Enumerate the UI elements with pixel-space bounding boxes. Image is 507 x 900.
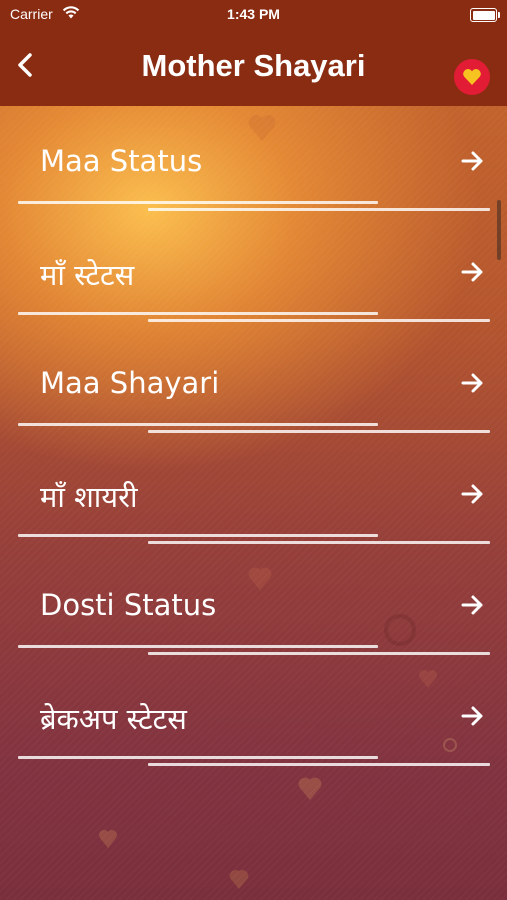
divider-line — [148, 430, 490, 433]
menu-item-breakup-status[interactable]: ब्रेकअप स्टेटस — [0, 661, 507, 772]
favorites-button[interactable] — [454, 59, 490, 95]
divider-line — [148, 208, 490, 211]
arrow-right-icon — [461, 484, 483, 504]
menu-item-label: माँ शायरी — [40, 480, 138, 514]
menu-item-label: माँ स्टेटस — [40, 258, 135, 292]
menu-item-maa-shayari-hindi[interactable]: माँ शायरी — [0, 439, 507, 550]
divider-line — [148, 652, 490, 655]
arrow-right-icon — [461, 262, 483, 282]
navigation-bar: Mother Shayari — [0, 30, 507, 106]
menu-item-label: Maa Status — [40, 144, 203, 178]
divider-line — [18, 423, 378, 426]
menu-item-label: Maa Shayari — [40, 366, 220, 400]
heart-icon — [463, 69, 481, 85]
divider-line — [148, 319, 490, 322]
menu-item-label: ब्रेकअप स्टेटस — [40, 702, 187, 736]
arrow-right-icon — [461, 151, 483, 171]
status-time: 1:43 PM — [227, 6, 280, 22]
divider-line — [148, 541, 490, 544]
divider-line — [18, 534, 378, 537]
page-title: Mother Shayari — [141, 48, 366, 83]
arrow-right-icon — [461, 373, 483, 393]
menu-item-label: Dosti Status — [40, 588, 217, 622]
arrow-right-icon — [461, 595, 483, 615]
status-bar: Carrier 1:43 PM — [0, 0, 507, 30]
divider-line — [148, 763, 490, 766]
scrollbar[interactable] — [497, 200, 501, 260]
menu-item-dosti-status[interactable]: Dosti Status — [0, 550, 507, 661]
menu-item-maa-status[interactable]: Maa Status — [0, 106, 507, 217]
divider-line — [18, 645, 378, 648]
divider-line — [18, 201, 378, 204]
battery-icon — [470, 8, 500, 22]
menu-item-maa-shayari[interactable]: Maa Shayari — [0, 328, 507, 439]
divider-line — [18, 312, 378, 315]
menu-item-maa-status-hindi[interactable]: माँ स्टेटस — [0, 217, 507, 328]
arrow-right-icon — [461, 706, 483, 726]
divider-line — [18, 756, 378, 759]
